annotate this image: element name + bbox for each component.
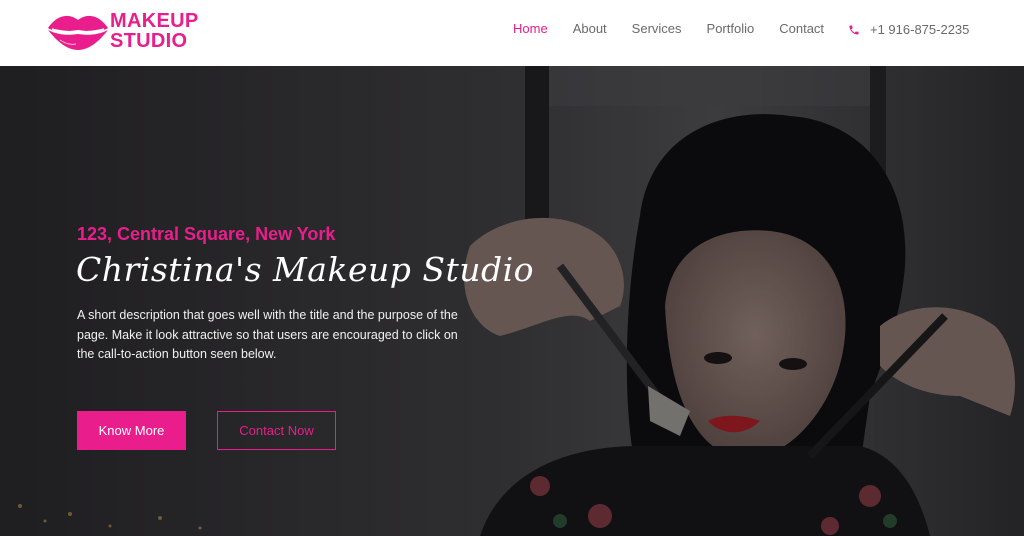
contact-now-button[interactable]: Contact Now [217, 411, 336, 450]
brand-name-line2: STUDIO [110, 30, 188, 52]
hero-description: A short description that goes well with … [77, 308, 458, 361]
nav-item-home[interactable]: Home [513, 21, 548, 36]
nav-item-about[interactable]: About [573, 21, 607, 36]
brand-logo[interactable]: MAKEUP STUDIO [46, 8, 206, 54]
nav-item-portfolio[interactable]: Portfolio [707, 21, 755, 36]
know-more-button[interactable]: Know More [77, 411, 186, 450]
hero-address: 123, Central Square, New York [77, 224, 336, 244]
site-header: MAKEUP STUDIO Home About Services Portfo… [0, 0, 1024, 66]
main-nav: Home About Services Portfolio Contact [513, 21, 849, 36]
brand-name-line1: MAKEUP [110, 10, 199, 32]
phone-contact[interactable]: +1 916-875-2235 [848, 22, 969, 37]
nav-item-contact[interactable]: Contact [779, 21, 824, 36]
phone-number: +1 916-875-2235 [870, 22, 970, 37]
hero-section: 123, Central Square, New York Christina'… [0, 66, 1024, 536]
hero-title: Christina's Makeup Studio [76, 250, 535, 289]
lips-icon [48, 15, 108, 50]
hero-background-image [0, 66, 1024, 536]
phone-icon [849, 25, 859, 34]
nav-item-services[interactable]: Services [632, 21, 682, 36]
